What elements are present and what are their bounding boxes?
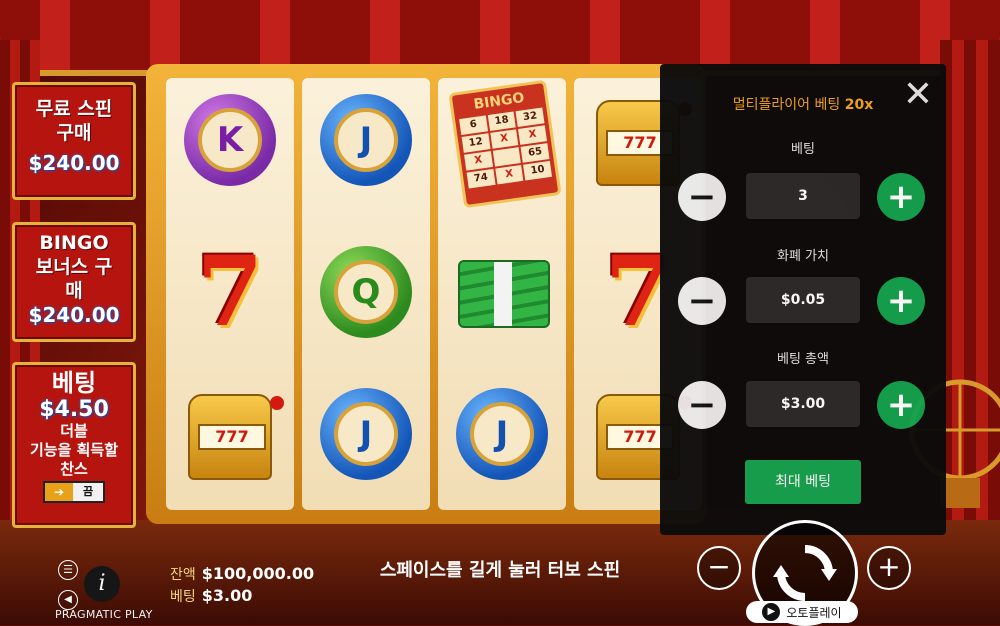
bet-label: 베팅 — [170, 589, 196, 605]
bet-level-value: 3 — [746, 173, 860, 219]
autoplay-button[interactable]: ▶ 오토플레이 — [746, 601, 858, 623]
bet-panel-title: 멀티플라이어 베팅 20x — [660, 94, 946, 114]
bet-increase-button[interactable]: + — [867, 546, 911, 590]
symbol-seven: 7 — [196, 235, 264, 348]
symbol-letter: Q — [351, 272, 381, 312]
symbol-letter: J — [359, 414, 373, 454]
arrow-right-icon: ➔ — [45, 483, 73, 501]
max-bet-button[interactable]: 최대 베팅 — [745, 460, 861, 504]
bet-level-decrease-button[interactable]: − — [678, 173, 726, 221]
symbol-letter: J — [495, 414, 509, 454]
symbol-j-ball: J — [316, 90, 416, 190]
symbol-letter: J — [359, 120, 373, 160]
total-bet-decrease-button[interactable]: − — [678, 381, 726, 429]
ante-bet-text3: 찬스 — [60, 460, 88, 478]
symbol-j-ball: J — [452, 384, 552, 484]
symbol-cash-stack — [452, 242, 552, 342]
buy-free-spins-button[interactable]: 무료 스핀 구매 $240.00 — [12, 82, 136, 200]
symbol-k-ball: K — [180, 90, 280, 190]
symbol-bingo-card: BINGO 6 18 32 12 X X X 65 74 X 10 — [448, 79, 562, 209]
symbol-slot-machine: 777 — [180, 384, 284, 484]
bet-display: 베팅 $3.00 — [170, 586, 252, 606]
bet-decrease-button[interactable]: − — [697, 546, 741, 590]
buy-bingo-bonus-button[interactable]: BINGO 보너스 구매 $240.00 — [12, 222, 136, 342]
bet-settings-panel: ✕ 멀티플라이어 베팅 20x 베팅 − 3 + 화폐 가치 − $0.05 +… — [660, 64, 946, 535]
bet-panel-title-text: 멀티플라이어 베팅 — [732, 97, 841, 113]
reel-1: K 7 777 — [166, 78, 294, 510]
coin-value-label: 화폐 가치 — [777, 249, 829, 264]
bet-level-label: 베팅 — [791, 142, 815, 157]
total-bet-increase-button[interactable]: + — [877, 381, 925, 429]
reel-2: J Q J — [302, 78, 430, 510]
spin-arrows-icon — [773, 545, 837, 601]
balance-label: 잔액 — [170, 567, 196, 583]
ante-bet-toggle[interactable]: ➔ 끔 — [43, 481, 105, 503]
bet-value: $3.00 — [201, 586, 253, 605]
ante-bet-amount: $4.50 — [39, 397, 109, 422]
symbol-q-ball: Q — [316, 242, 416, 342]
ante-bet-toggle-label: 끔 — [73, 483, 103, 501]
buy-free-spins-price: $240.00 — [28, 151, 120, 175]
ante-bet-title: 베팅 — [51, 369, 97, 397]
multiplier-value: 20x — [844, 97, 874, 113]
autoplay-label: 오토플레이 — [786, 605, 842, 620]
ante-bet-text2: 기능을 획득할 — [29, 441, 119, 459]
bet-level-increase-button[interactable]: + — [877, 173, 925, 221]
ante-bet-text1: 더블 — [60, 422, 88, 440]
menu-icon[interactable]: ☰ — [58, 560, 78, 580]
coin-value-value: $0.05 — [746, 277, 860, 323]
symbol-j-ball: J — [316, 384, 416, 484]
ante-bet-panel: 베팅 $4.50 더블 기능을 획득할 찬스 ➔ 끔 — [12, 362, 136, 528]
sound-icon[interactable]: ◀ — [58, 590, 78, 610]
symbol-letter: K — [216, 120, 244, 160]
reel-frame: K 7 777 J Q J BINGO 6 18 32 12 X X X 65 … — [146, 64, 706, 524]
coin-value-increase-button[interactable]: + — [877, 277, 925, 325]
buy-bingo-bonus-price: $240.00 — [28, 303, 120, 327]
reel-3: BINGO 6 18 32 12 X X X 65 74 X 10 J — [438, 78, 566, 510]
info-icon[interactable]: i — [84, 566, 120, 602]
coin-value-decrease-button[interactable]: − — [678, 277, 726, 325]
total-bet-value: $3.00 — [746, 381, 860, 427]
turbo-hint-message: 스페이스를 길게 눌러 터보 스핀 — [379, 560, 621, 581]
autoplay-icon: ▶ — [762, 603, 781, 621]
balance-value: $100,000.00 — [201, 564, 315, 583]
buy-free-spins-label: 무료 스핀 구매 — [35, 98, 113, 144]
buy-bingo-bonus-label: BINGO 보너스 구매 — [35, 232, 113, 302]
total-bet-label: 베팅 총액 — [777, 352, 829, 367]
balance-display: 잔액 $100,000.00 — [170, 564, 314, 584]
brand-logo: PRAGMATIC PLAY — [55, 608, 153, 621]
